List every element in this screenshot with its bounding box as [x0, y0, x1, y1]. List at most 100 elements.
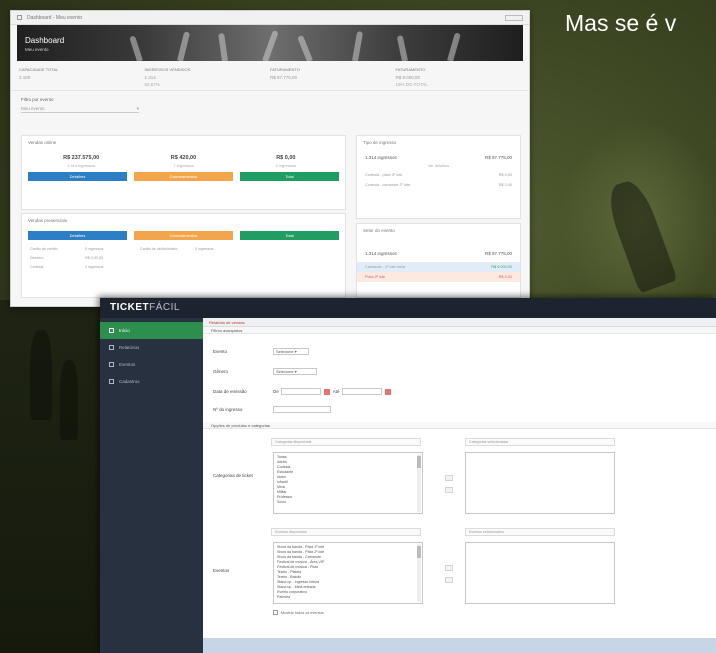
kpi-cortesia: R$ 0,00 0 ingressos [275, 155, 297, 168]
filter-label: Filtro por evento [21, 97, 54, 102]
calendar-icon[interactable] [323, 388, 330, 395]
total-button[interactable]: Total [240, 172, 339, 181]
sidebar-item-reports[interactable]: Relatórios [100, 339, 203, 356]
field-label: Gênero [213, 369, 229, 374]
selected-events-list[interactable] [465, 542, 615, 604]
presencial-panel: Vendas presenciais Detalhes Cancelamento… [21, 213, 346, 298]
sector-panel: Setor do evento 1.314 ingressos R$ 97.775… [356, 223, 521, 298]
list-item[interactable]: Palestra [277, 595, 419, 600]
ticket-number-input[interactable] [273, 406, 331, 413]
date-to-input[interactable] [341, 388, 382, 395]
panel-title: Tipo de ingresso [363, 140, 397, 145]
footer-bar [203, 638, 716, 653]
banner-crowd [352, 30, 364, 61]
banner-crowd [262, 29, 279, 61]
event-row: Evento Selecione ▾ [213, 348, 309, 355]
move-left-button[interactable] [445, 577, 453, 583]
panel-title: Setor do evento [363, 228, 395, 233]
window-controls[interactable] [505, 14, 523, 21]
sidebar-item-events[interactable]: Eventos [100, 356, 203, 373]
available-categories-list[interactable]: Todas Adulto Cortesia Estudante Idoso In… [273, 452, 423, 514]
ticket-number-row: Nº do ingresso [213, 406, 331, 413]
background-shadow [0, 300, 110, 653]
scrollbar[interactable] [417, 544, 421, 602]
banner-crowd [129, 35, 143, 61]
selected-categories-list[interactable] [465, 452, 615, 514]
from-label: De [273, 389, 279, 394]
event-filter: Filtro por evento Meu evento ▾ [11, 91, 529, 119]
field-label: Data de emissão [213, 389, 247, 394]
stat-revenue: FATURAMENTO R$ 97.775,00 [270, 67, 300, 80]
banner-crowd [396, 34, 408, 61]
event-select[interactable]: Meu evento ▾ [21, 105, 139, 113]
home-icon [109, 328, 114, 333]
breadcrumb[interactable]: Relatório de vendas [203, 318, 716, 327]
sector-summary: 1.314 ingressos R$ 97.775,00 [365, 251, 512, 256]
cancellations-button[interactable]: Cancelamentos [134, 231, 233, 240]
checkbox-label: Mostrar todos os eventos [281, 610, 324, 615]
window-titlebar: Dashboard - Meu evento [11, 11, 529, 25]
genre-row: Gênero Selecione ▾ [213, 368, 317, 375]
ticketfacil-window: TICKETFÁCIL Início Relatórios Eventos Ca… [100, 298, 716, 653]
sidebar-item-home[interactable]: Início [100, 322, 203, 339]
selected-categories-header: Categorias selecionadas [465, 438, 615, 446]
calendar-icon [109, 362, 114, 367]
banner-crowd [218, 32, 228, 61]
section-title: Opções de produtos e categorias [203, 422, 716, 429]
total-button[interactable]: Total [240, 231, 339, 240]
banner-title: Dashboard [25, 36, 65, 45]
dashboard-window: Dashboard - Meu evento Dashboard Meu eve… [10, 10, 530, 307]
cancellations-button[interactable]: Cancelamentos [134, 172, 233, 181]
date-from-input[interactable] [280, 388, 321, 395]
stats-row: CAPACIDADE TOTAL 2.100 INGRESSOS VENDIDO… [11, 61, 529, 91]
categories-label-row: Categorias de ticket [213, 473, 273, 478]
chevron-down-icon: ▾ [136, 105, 139, 111]
panel-title: Vendas presenciais [28, 218, 68, 223]
table-row[interactable]: Camarote - 1º lote meia R$ 9.000,00 [357, 262, 520, 272]
event-select[interactable]: Selecione ▾ [273, 348, 309, 355]
show-all-row: Mostrar todos os eventos [273, 610, 324, 615]
list-item: Cartão de crédito 0 ingressos Cartão de dé… [30, 247, 214, 251]
ticket-type-panel: Tipo de ingresso 1.314 ingressos R$ 97.77… [356, 135, 521, 219]
move-right-button[interactable] [445, 565, 453, 571]
kpi-online: R$ 237.575,00 1.314 ingressos [63, 155, 100, 168]
table-row[interactable]: Pista 2º lote R$ 0,00 [357, 272, 520, 282]
sales-panel: Vendas online R$ 237.575,00 1.314 ingress… [21, 135, 346, 210]
headline-text: Mas se é v [565, 10, 677, 36]
field-label: Eventos [213, 568, 230, 573]
field-label: Evento [213, 349, 228, 354]
banner-crowd [447, 32, 461, 61]
stat-capacity: CAPACIDADE TOTAL 2.100 [19, 67, 59, 80]
sidebar-item-registrations[interactable]: Cadastros [100, 373, 203, 390]
section-title: Filtros avançados [203, 327, 716, 334]
show-all-checkbox[interactable] [273, 610, 278, 615]
genre-select[interactable]: Selecione ▾ [273, 368, 317, 375]
date-row: Data de emissão De Até [213, 388, 394, 395]
list-item[interactable]: Sócio [277, 500, 419, 505]
panel-title: Vendas online [28, 140, 57, 145]
details-link[interactable]: Ver detalhes [357, 162, 520, 170]
selected-events-header: Eventos selecionados [465, 528, 615, 536]
sidebar: Início Relatórios Eventos Cadastros [100, 318, 203, 653]
details-button[interactable]: Detalhes [28, 172, 127, 181]
transfer-controls [443, 454, 455, 514]
banner-crowd [297, 34, 313, 61]
move-right-button[interactable] [445, 475, 453, 481]
stat-revenue-share: FATURAMENTO R$ 9.000,00 19% DO TOTAL [395, 67, 428, 87]
list-item: Cortesia 0 ingressos [30, 265, 104, 269]
details-button[interactable]: Detalhes [28, 231, 127, 240]
list-item: Cortesia - pista 3º lote R$ 0,00 [365, 173, 512, 177]
main-content: Relatório de vendas Filtros avançados Ev… [203, 318, 716, 653]
list-item: Dinheiro R$ 0,00 (0) [30, 256, 103, 260]
calendar-icon[interactable] [384, 388, 391, 395]
scrollbar[interactable] [417, 454, 421, 512]
app-logo[interactable]: TICKETFÁCIL [110, 302, 180, 313]
field-label: Categorias de ticket [213, 473, 253, 478]
stat-tickets-sold: INGRESSOS VENDIDOS 1.314 62,57% [144, 67, 191, 87]
tab-title: Dashboard - Meu evento [27, 14, 83, 21]
banner-subtitle: Meu evento [25, 47, 49, 52]
banner-crowd [177, 31, 191, 61]
move-left-button[interactable] [445, 487, 453, 493]
available-events-header: Eventos disponíveis [271, 528, 421, 536]
available-events-list[interactable]: Show da banda - Pista 1º lote Show da ba… [273, 542, 423, 604]
